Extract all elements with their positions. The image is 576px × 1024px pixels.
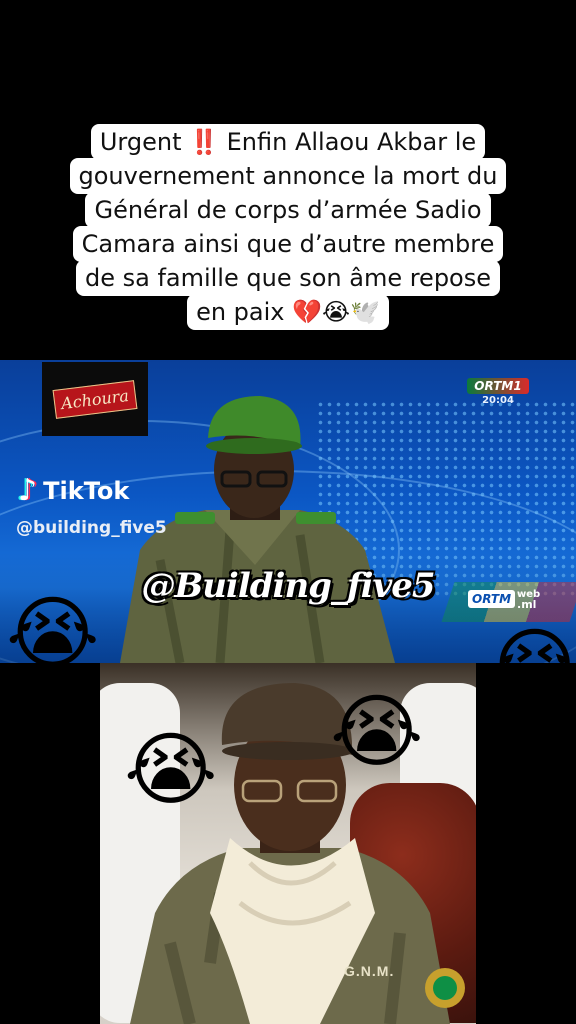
crying-face-emoji: 😭 xyxy=(124,723,218,816)
caption-line-1: Urgent ‼️ Enfin Allaou Akbar le xyxy=(90,124,486,160)
ortm-channel-bug: ORTM1 20:04 xyxy=(467,378,529,406)
caption-line-3: Général de corps d’armée Sadio xyxy=(85,192,491,228)
crying-face-emoji: 😭 xyxy=(330,685,424,778)
ortm-channel-number: 1 xyxy=(513,379,522,393)
tiktok-logo-icon: ♪ xyxy=(18,473,38,508)
epaulette xyxy=(296,512,336,524)
tiktok-username: @building_five5 xyxy=(16,518,167,538)
epaulette xyxy=(175,512,215,524)
tiktok-brand: TikTok xyxy=(43,477,130,505)
caption-block: Urgent ‼️ Enfin Allaou Akbar le gouverne… xyxy=(0,124,576,330)
ortm-logo-text: ORTM xyxy=(474,379,514,393)
caption-line-2: gouvernement annonce la mort du xyxy=(69,158,507,194)
caption-line-5: de sa famille que son âme repose xyxy=(75,260,501,296)
achoura-logo: Achoura xyxy=(42,362,148,436)
caption-line-6: en paix 💔😭🕊️ xyxy=(187,294,389,330)
tiktok-watermark: ♪ TikTok xyxy=(18,476,129,506)
achoura-logo-text: Achoura xyxy=(52,379,138,419)
broadcast-clock: 20:04 xyxy=(482,395,514,406)
caption-line-4: Camara ainsi que d’autre membre xyxy=(72,226,504,262)
uniform-name-tag: G.N.M. xyxy=(344,963,395,979)
crying-face-emoji: 😭 xyxy=(6,587,100,680)
crying-face-emoji: 😭 xyxy=(488,619,576,712)
